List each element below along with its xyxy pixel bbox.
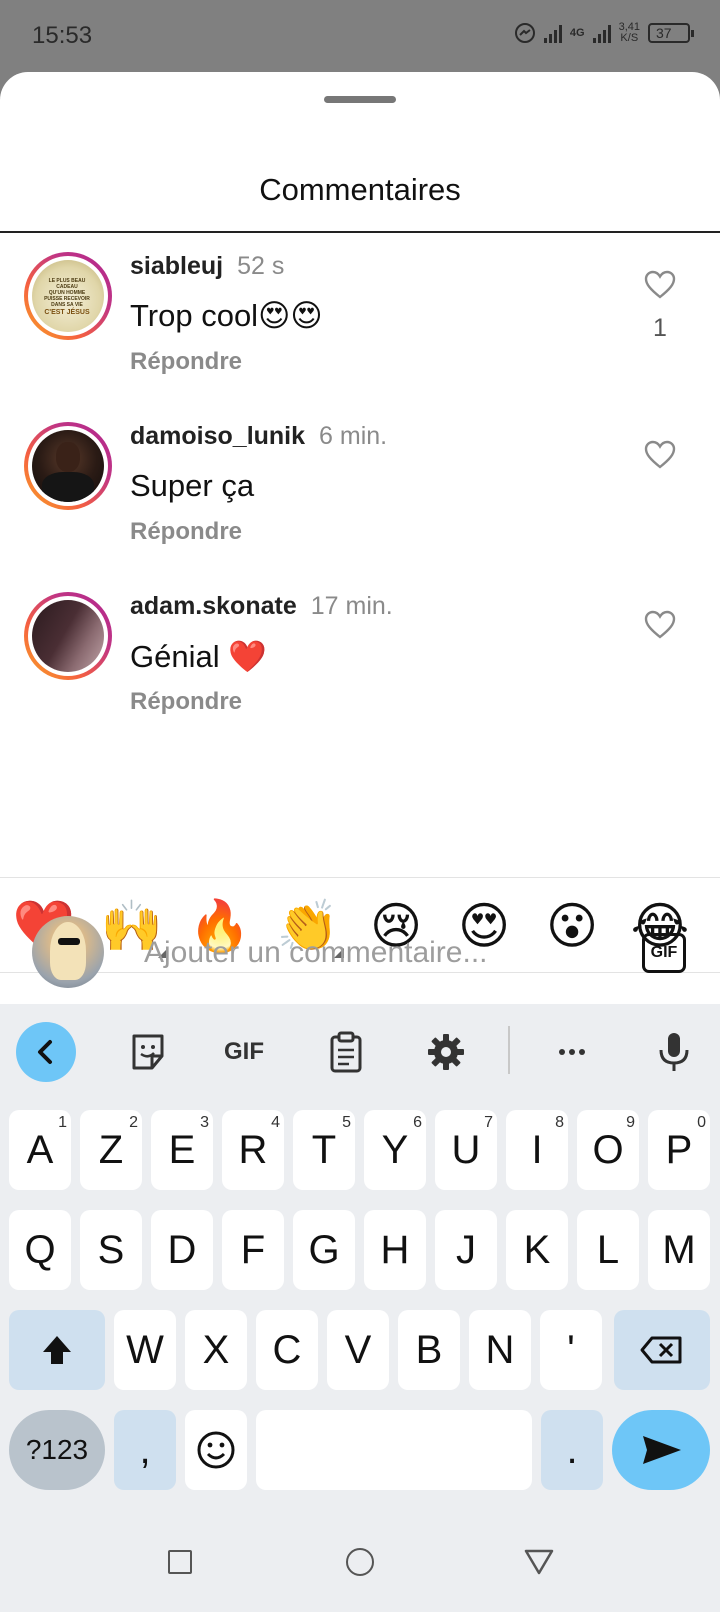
reply-button[interactable]: Répondre [130,518,242,546]
key-z[interactable]: Z2 [80,1110,142,1190]
key-y[interactable]: Y6 [364,1110,426,1190]
keyboard-toolbar: GIF [0,1004,720,1100]
backspace-icon [640,1336,682,1364]
key-f[interactable]: F [222,1210,284,1290]
key-l[interactable]: L [577,1210,639,1290]
key-p[interactable]: P0 [648,1110,710,1190]
system-nav-bar [0,1512,720,1612]
key-x[interactable]: X [185,1310,247,1390]
key-w[interactable]: W [114,1310,176,1390]
key-u[interactable]: U7 [435,1110,497,1190]
key-j[interactable]: J [435,1210,497,1290]
shift-key[interactable] [9,1310,105,1390]
heart-icon[interactable] [644,270,676,300]
key-apostrophe[interactable]: ' [540,1310,602,1390]
send-icon [643,1436,681,1464]
comment-time: 52 s [237,252,285,280]
toolbar-divider [508,1026,510,1074]
avatar[interactable]: LE PLUS BEAU CADEAU QU'UN HOMME PUISSE R… [24,252,112,340]
comment-username[interactable]: adam.skonate [130,592,297,620]
comment-item: damoiso_lunik 6 min. Super ça Répondre [0,422,720,582]
reply-button[interactable]: Répondre [130,688,242,716]
comment-item: adam.skonate 17 min. Génial ❤️ Répondre [0,592,720,752]
battery-icon: 37 [648,23,694,43]
comment-username[interactable]: siableuj [130,252,223,280]
status-time: 15:53 [32,22,93,49]
microphone-icon[interactable] [650,1028,698,1076]
avatar[interactable] [24,422,112,510]
emoji-key[interactable] [185,1410,247,1490]
comment-item: LE PLUS BEAU CADEAU QU'UN HOMME PUISSE R… [0,252,720,412]
comment-text: Génial ❤️ [130,639,267,674]
key-e[interactable]: E3 [151,1110,213,1190]
avatar[interactable] [24,592,112,680]
comment-input[interactable]: Ajouter un commentaire... [144,936,488,970]
clipboard-icon[interactable] [322,1028,370,1076]
send-key[interactable] [612,1410,710,1490]
gear-icon[interactable] [422,1028,470,1076]
key-t[interactable]: T5 [293,1110,355,1190]
back-button[interactable] [524,1548,554,1576]
period-key[interactable]: . [541,1410,603,1490]
symbols-key[interactable]: ?123 [9,1410,105,1490]
key-k[interactable]: K [506,1210,568,1290]
comment-text: Trop cool😍😍 [130,298,323,333]
key-q[interactable]: Q [9,1210,71,1290]
chevron-left-icon [38,1040,52,1064]
comment-username[interactable]: damoiso_lunik [130,422,305,450]
more-icon[interactable] [548,1028,596,1076]
signal-icon [543,23,562,43]
space-key[interactable] [256,1410,532,1490]
sheet-title: Commentaires [259,172,461,207]
comment-time: 6 min. [319,422,388,450]
gif-button[interactable]: GIF [642,933,686,973]
comment-header: damoiso_lunik 6 min. [130,422,387,451]
comment-header: adam.skonate 17 min. [130,592,393,621]
sticker-icon[interactable] [124,1028,172,1076]
gif-key[interactable]: GIF [218,1028,270,1076]
recents-button[interactable] [168,1550,192,1574]
signal-icon-2 [592,23,611,43]
network-type: 4G [569,27,585,39]
key-a[interactable]: A1 [9,1110,71,1190]
comma-key[interactable]: , [114,1410,176,1490]
reply-button[interactable]: Répondre [130,348,242,376]
key-o[interactable]: O9 [577,1110,639,1190]
heart-icon[interactable] [644,440,676,470]
collapse-toolbar-button[interactable] [16,1022,76,1082]
key-r[interactable]: R4 [222,1110,284,1190]
comment-header: siableuj 52 s [130,252,284,281]
key-m[interactable]: M [648,1210,710,1290]
my-avatar [32,916,104,988]
key-s[interactable]: S [80,1210,142,1290]
comment-input-row: Ajouter un commentaire... GIF [0,902,720,1002]
key-b[interactable]: B [398,1310,460,1390]
comment-time: 17 min. [310,592,393,620]
key-n[interactable]: N [469,1310,531,1390]
key-g[interactable]: G [293,1210,355,1290]
status-bar: 15:53 4G 3,41 K/S 37 [0,0,720,72]
key-h[interactable]: H [364,1210,426,1290]
drag-handle[interactable] [324,96,396,103]
backspace-key[interactable] [614,1310,710,1390]
divider [0,231,720,233]
like-count: 1 [653,314,667,342]
status-icons: 4G 3,41 K/S 37 [514,22,694,44]
messenger-icon [514,23,535,43]
net-speed: 3,41 K/S [619,22,640,44]
shift-icon [43,1336,71,1364]
key-i[interactable]: I8 [506,1110,568,1190]
net-speed-unit: K/S [620,32,639,44]
comment-text: Super ça [130,468,255,503]
comments-sheet: Commentaires LE PLUS BEAU CADEAU QU'UN H… [0,72,720,1004]
heart-icon[interactable] [644,610,676,640]
key-c[interactable]: C [256,1310,318,1390]
avatar-poster-text: LE PLUS BEAU CADEAU QU'UN HOMME PUISSE R… [44,278,90,316]
home-button[interactable] [346,1548,374,1576]
smiley-icon [197,1431,235,1469]
key-v[interactable]: V [327,1310,389,1390]
key-d[interactable]: D [151,1210,213,1290]
